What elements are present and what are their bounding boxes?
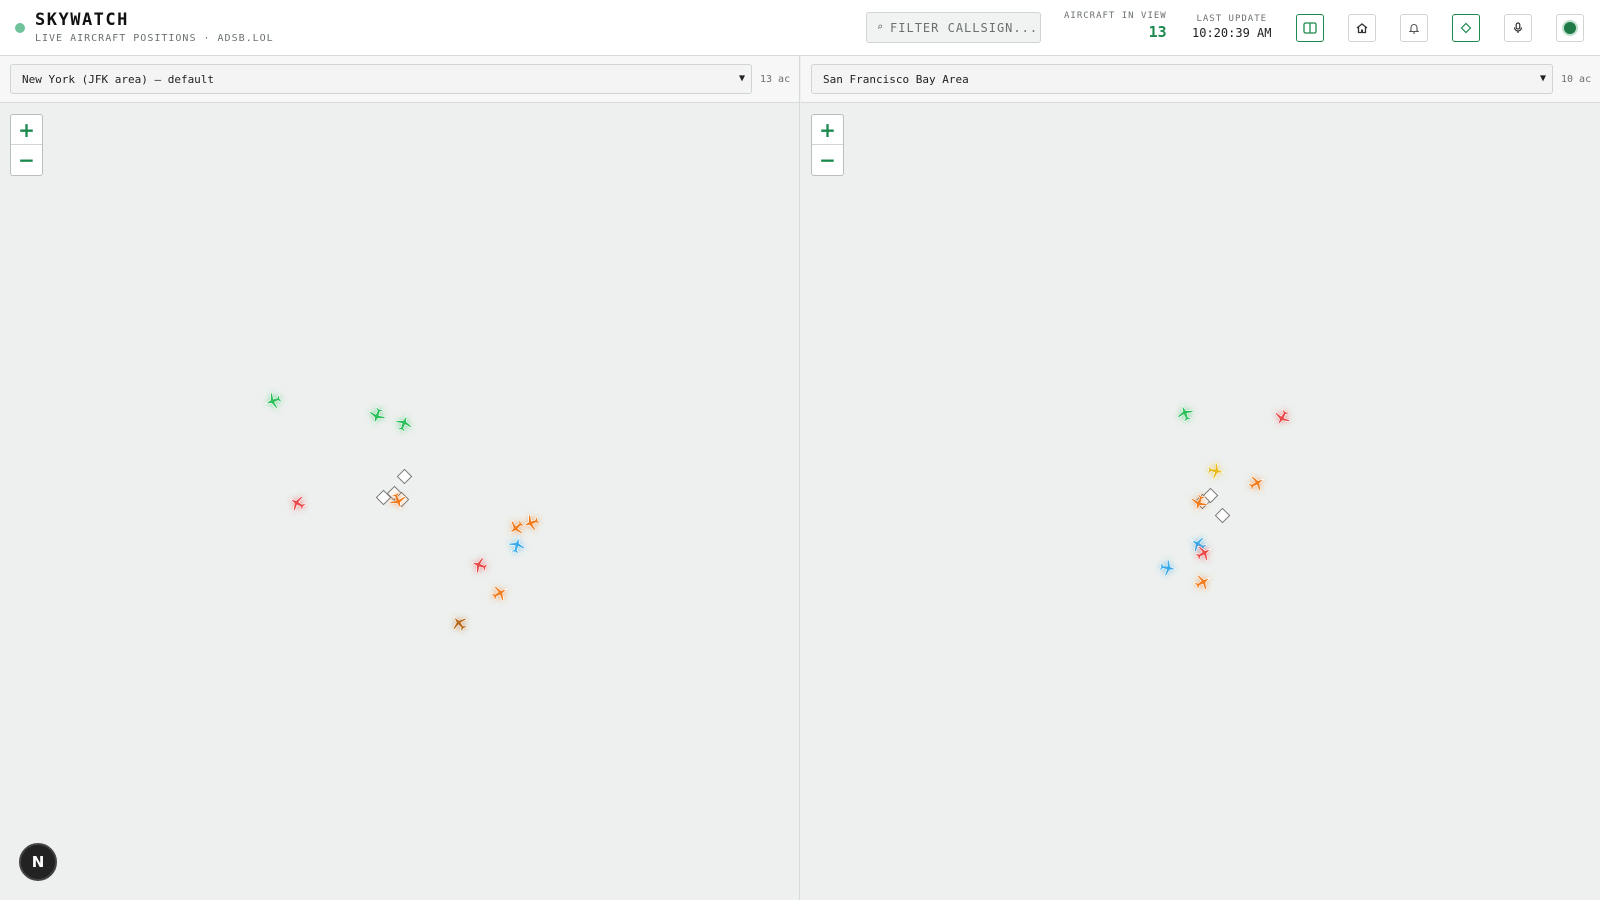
aircraft-marker[interactable] xyxy=(1194,573,1212,591)
zoom-in-button[interactable]: + xyxy=(11,115,42,145)
split-view-button[interactable] xyxy=(1296,14,1324,42)
split-view-icon xyxy=(1303,22,1317,34)
aircraft-marker[interactable] xyxy=(470,556,488,574)
airplane-icon xyxy=(1159,559,1177,577)
airplane-icon xyxy=(508,536,525,554)
airplane-icon xyxy=(1191,494,1208,512)
aircraft-marker[interactable] xyxy=(450,614,468,632)
live-status-dot xyxy=(15,23,25,33)
airplane-icon xyxy=(369,407,386,425)
app-title: SKYWATCH xyxy=(35,10,129,30)
zoom-in-button[interactable]: + xyxy=(812,115,843,145)
right-aircraft-count: 10 ac xyxy=(1561,74,1592,85)
left-map-panel: New York (JFK area) — default ▼ 13 ac + … xyxy=(0,56,800,900)
airplane-icon xyxy=(395,414,412,432)
last-update-stat: LAST UPDATE 10:20:39 AM xyxy=(1192,14,1271,40)
right-panel-toolbar: San Francisco Bay Area ▼ 10 ac xyxy=(801,56,1600,103)
search-icon: ⌕ xyxy=(877,22,885,33)
bell-icon xyxy=(1408,24,1420,34)
right-map-panel: San Francisco Bay Area ▼ 10 ac + − xyxy=(801,56,1600,900)
aircraft-marker[interactable] xyxy=(1195,544,1213,562)
airplane-icon xyxy=(289,495,306,512)
airplane-icon xyxy=(1194,574,1211,591)
aircraft-marker[interactable] xyxy=(264,392,282,410)
left-aircraft-count: 13 ac xyxy=(760,74,791,85)
zoom-out-button[interactable]: − xyxy=(812,145,843,175)
aircraft-marker[interactable] xyxy=(491,584,509,602)
airplane-icon xyxy=(264,392,282,409)
right-region-select[interactable]: San Francisco Bay Area ▼ xyxy=(811,64,1553,94)
aircraft-marker[interactable] xyxy=(395,414,413,432)
last-update-label: LAST UPDATE xyxy=(1196,14,1268,24)
mic-icon xyxy=(1513,22,1523,33)
aircraft-marker[interactable] xyxy=(1176,404,1194,422)
aircraft-in-view-count: 13 xyxy=(1148,23,1167,41)
aircraft-marker[interactable] xyxy=(1248,474,1266,492)
airplane-icon xyxy=(1274,409,1291,426)
aircraft-marker[interactable] xyxy=(368,407,386,425)
voice-button[interactable] xyxy=(1504,14,1532,42)
left-map[interactable]: + − xyxy=(0,103,799,900)
airplane-icon xyxy=(522,514,540,531)
left-panel-toolbar: New York (JFK area) — default ▼ 13 ac xyxy=(0,56,799,103)
aircraft-marker[interactable] xyxy=(1159,559,1177,577)
airplane-icon xyxy=(1207,462,1225,480)
zoom-out-button[interactable]: − xyxy=(11,145,42,175)
airport-marker[interactable] xyxy=(396,468,413,485)
airplane-icon xyxy=(1177,404,1194,422)
connection-status-button[interactable] xyxy=(1556,14,1584,42)
right-zoom-control: + − xyxy=(811,114,844,176)
airplane-icon xyxy=(1195,545,1212,562)
aircraft-marker[interactable] xyxy=(1207,462,1225,480)
airplane-icon xyxy=(470,557,488,574)
last-update-time: 10:20:39 AM xyxy=(1192,26,1272,40)
left-region-value: New York (JFK area) — default xyxy=(22,72,215,86)
app-header: SKYWATCH LIVE AIRCRAFT POSITIONS · ADSB.… xyxy=(0,0,1600,56)
status-dot-icon xyxy=(1562,20,1578,36)
filter-placeholder: FILTER CALLSIGN... xyxy=(890,20,1039,35)
left-zoom-control: + − xyxy=(10,114,43,176)
diamond-icon xyxy=(1460,22,1472,34)
aircraft-in-view-stat: AIRCRAFT IN VIEW 13 xyxy=(1064,11,1167,41)
right-map[interactable]: + − xyxy=(801,103,1600,900)
airplane-icon xyxy=(452,615,468,632)
right-region-value: San Francisco Bay Area xyxy=(823,72,969,86)
aircraft-marker[interactable] xyxy=(1273,409,1291,427)
app-subtitle: LIVE AIRCRAFT POSITIONS · ADSB.LOL xyxy=(35,33,274,44)
callsign-filter-input[interactable]: ⌕ FILTER CALLSIGN... xyxy=(866,12,1041,43)
chevron-down-icon: ▼ xyxy=(738,73,745,84)
home-icon xyxy=(1356,23,1368,34)
aircraft-marker[interactable] xyxy=(1190,494,1208,512)
aircraft-marker[interactable] xyxy=(288,494,306,512)
home-button[interactable] xyxy=(1348,14,1376,42)
left-region-select[interactable]: New York (JFK area) — default ▼ xyxy=(10,64,752,94)
aircraft-marker[interactable] xyxy=(389,492,407,510)
airplane-icon xyxy=(491,585,508,602)
airplane-icon xyxy=(389,492,406,510)
airplane-icon xyxy=(1248,475,1265,492)
dev-tools-badge[interactable]: N xyxy=(19,843,57,881)
aircraft-marker[interactable] xyxy=(508,536,526,554)
airports-toggle-button[interactable] xyxy=(1452,14,1480,42)
alerts-button[interactable] xyxy=(1400,14,1428,42)
airport-marker[interactable] xyxy=(1214,507,1231,524)
aircraft-marker[interactable] xyxy=(522,514,540,532)
aircraft-in-view-label: AIRCRAFT IN VIEW xyxy=(1064,11,1167,21)
chevron-down-icon: ▼ xyxy=(1539,73,1546,84)
